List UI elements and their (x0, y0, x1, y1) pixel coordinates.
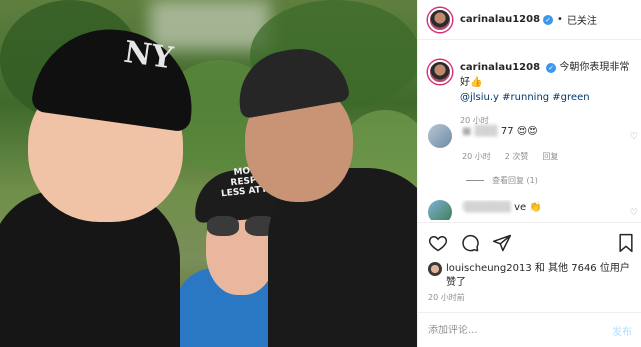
post-photo[interactable]: MONEY RESPECT LESS ATTACK NY (0, 0, 417, 347)
caption: carinalau1208 ✓ 今朝你表現非常好👍 @jlsiu.y #runn… (428, 60, 638, 128)
caption-tags[interactable]: @jlsiu.y #running #green (460, 92, 590, 103)
comment-icon[interactable] (460, 233, 480, 253)
caption-avatar[interactable] (428, 60, 452, 84)
likes-text[interactable]: louischeung2013 和 其他 7646 位用户赞了 (446, 262, 638, 290)
add-comment-bar: 发布 (418, 312, 641, 347)
replies-line (466, 180, 484, 181)
view-replies[interactable]: 查看回复 (1) (466, 175, 538, 186)
like-comment-icon[interactable]: ♡ (630, 132, 638, 142)
bookmark-icon[interactable] (616, 233, 636, 253)
comment-text: 77 😍😍 (500, 126, 538, 137)
view-replies-label[interactable]: 查看回复 (1) (492, 175, 538, 186)
comment-avatar[interactable] (428, 124, 452, 148)
heart-icon[interactable] (428, 233, 448, 253)
liker-avatar[interactable] (428, 262, 442, 276)
reply-button[interactable]: 回复 (542, 149, 558, 164)
comment: l▒▒▒▒▒▒ ve 👏 ♡ (428, 200, 641, 220)
header-username[interactable]: carinalau1208 (460, 14, 540, 25)
follow-status[interactable]: 已关注 (567, 12, 597, 27)
share-icon[interactable] (492, 233, 512, 253)
post-time: 20 小时前 (428, 293, 465, 302)
caption-username[interactable]: carinalau1208 (460, 62, 540, 73)
blurred-username: ■ ▒▒▒ (462, 126, 498, 137)
comment-likes[interactable]: 2 次赞 (505, 149, 529, 164)
separator-dot: • (557, 14, 563, 25)
comment: ■ ▒▒▒ 77 😍😍 20 小时 2 次赞 回复 ♡ (428, 124, 641, 164)
comment-text: ve 👏 (514, 202, 542, 213)
action-bar (418, 222, 641, 262)
post-header: carinalau1208 ✓ • 已关注 (418, 0, 641, 40)
blurred-username: l▒▒▒▒▒▒ (462, 202, 511, 213)
verified-badge-icon: ✓ (546, 63, 557, 73)
like-comment-icon[interactable]: ♡ (630, 208, 638, 218)
comment-avatar[interactable] (428, 200, 452, 220)
comment-time: 20 小时 (462, 152, 491, 161)
verified-badge-icon: ✓ (543, 14, 554, 25)
post-sidebar: carinalau1208 ✓ • 已关注 carinalau1208 ✓ 今朝… (417, 0, 641, 347)
post-button[interactable]: 发布 (612, 323, 632, 338)
likes-summary: louischeung2013 和 其他 7646 位用户赞了 (428, 262, 638, 290)
cap-logo: NY (121, 34, 176, 77)
avatar[interactable] (428, 7, 452, 32)
comment-input[interactable] (428, 324, 612, 336)
